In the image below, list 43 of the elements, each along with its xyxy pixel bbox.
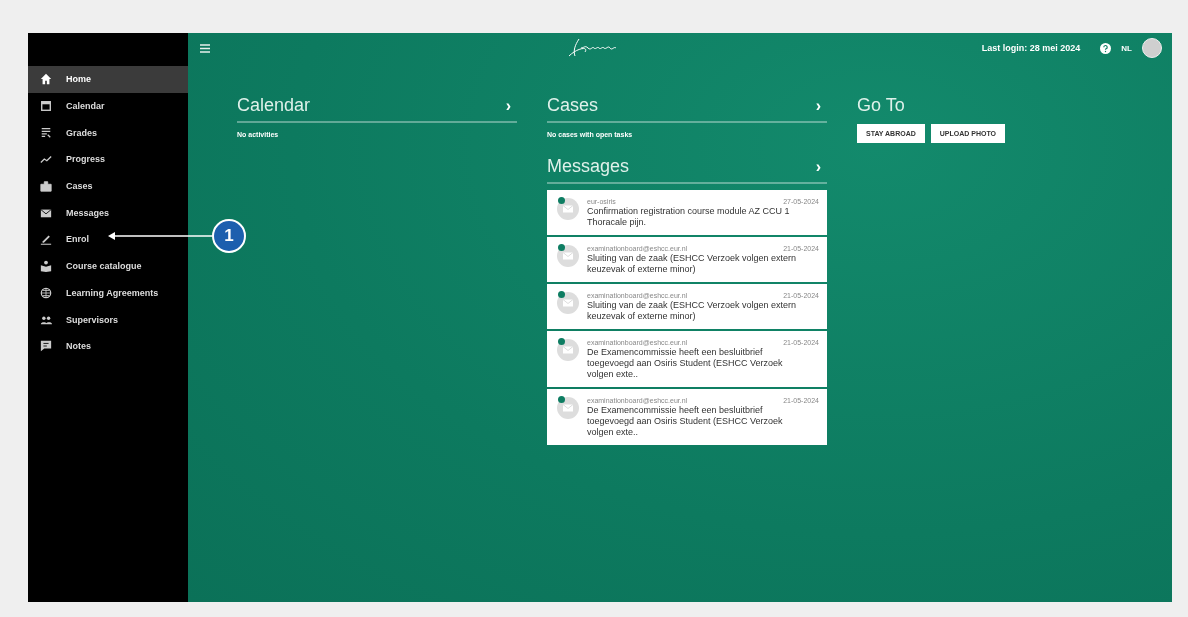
menu-icon[interactable]	[200, 43, 210, 53]
chevron-link[interactable]: ›	[815, 157, 827, 176]
nav-icon	[40, 260, 52, 273]
help-icon[interactable]	[1100, 42, 1112, 54]
mail-icon	[557, 339, 579, 361]
mail-icon	[557, 198, 579, 220]
nav-icon	[40, 340, 52, 353]
avatar-icon[interactable]	[1142, 38, 1162, 58]
mail-icon	[557, 292, 579, 314]
sidebar-item[interactable]: Grades	[28, 119, 188, 147]
last-login-text: Last login: 28 mei 2024	[981, 43, 1081, 53]
nav-icon	[40, 206, 52, 219]
section-title: Calendar	[237, 95, 311, 116]
section-title: Go To	[857, 95, 906, 116]
chevron-link[interactable]: ›	[505, 96, 517, 115]
sidebar-item[interactable]: Calendar	[28, 92, 188, 120]
message-subject: Sluiting van de zaak (ESHCC Verzoek volgen extern keuzevak of externe minor)	[587, 300, 798, 322]
sidebar-item[interactable]: Enrol	[28, 226, 188, 253]
mail-icon	[557, 245, 579, 267]
section-title: Cases	[547, 95, 599, 116]
nav-icon	[40, 233, 52, 246]
section-title: Messages	[547, 156, 630, 177]
chevron-link[interactable]: ›	[815, 96, 827, 115]
message-subject: Confirmation registration course module AZ CCU 1 Thoracale pijn.	[587, 206, 791, 228]
nav-icon	[40, 180, 52, 193]
nav-icon	[40, 153, 52, 166]
sidebar-item[interactable]: Cases	[28, 172, 188, 200]
message-subject: De Examencommissie heeft een besluitbrief toegevoegd aan Osiris Student (ESHCC Verzoek volgen exte..	[587, 405, 784, 438]
sidebar-item[interactable]: Progress	[28, 146, 188, 173]
nav-icon	[40, 73, 52, 86]
message-subject: De Examencommissie heeft een besluitbrief toegevoegd aan Osiris Student (ESHCC Verzoek volgen exte..	[587, 347, 784, 380]
message-subject: Sluiting van de zaak (ESHCC Verzoek volgen extern keuzevak of externe minor)	[587, 253, 798, 275]
nav-icon	[40, 126, 52, 139]
sidebar-item[interactable]: Course catalogue	[28, 252, 188, 280]
sidebar-item[interactable]: Notes	[28, 332, 188, 360]
sidebar-item[interactable]: Supervisors	[28, 306, 188, 333]
language-link[interactable]: NL	[1121, 42, 1132, 54]
sidebar-item[interactable]: Home	[28, 66, 188, 93]
nav-icon	[40, 286, 52, 299]
sidebar-item[interactable]: Messages	[28, 199, 188, 227]
nav-icon	[40, 100, 52, 113]
sidebar-item[interactable]: Learning Agreements	[28, 279, 188, 307]
mail-icon	[557, 397, 579, 419]
